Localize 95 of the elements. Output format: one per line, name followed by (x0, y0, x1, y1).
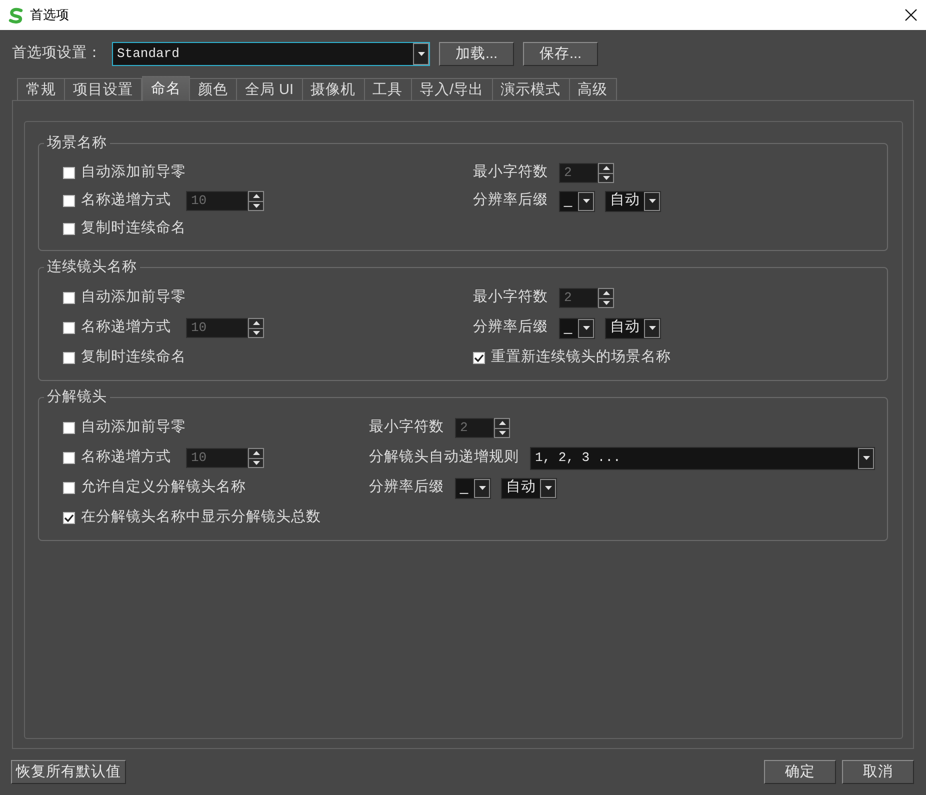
spin-up-button[interactable] (248, 448, 264, 458)
preset-dropdown[interactable]: Standard (112, 42, 430, 66)
caret-up-icon (252, 194, 260, 198)
group-title: 场景名称 (44, 134, 110, 152)
dropdown[interactable]: 自动 (605, 190, 661, 212)
checkbox[interactable] (63, 322, 75, 334)
caret-down-icon (648, 199, 656, 203)
checkbox-label[interactable]: 自动添加前导零 (81, 164, 186, 182)
dropdown[interactable]: _ (559, 190, 595, 212)
action-button[interactable]: 保存... (523, 42, 598, 66)
tab[interactable]: 工具 (364, 78, 412, 100)
caret-down-icon (582, 326, 590, 330)
dropdown-arrow-button[interactable] (644, 192, 660, 210)
caret-down-icon (252, 330, 260, 335)
checkbox-label[interactable]: 名称递增方式 (81, 449, 171, 467)
group-title: 连续镜头名称 (44, 258, 140, 276)
checkbox[interactable] (63, 482, 75, 494)
checkbox[interactable] (63, 452, 75, 464)
dropdown[interactable]: _ (455, 478, 491, 498)
dropdown-arrow-button[interactable] (578, 192, 594, 210)
tab[interactable]: 高级 (570, 78, 617, 100)
checkbox-label[interactable]: 复制时连续命名 (81, 349, 186, 367)
checkbox-label[interactable]: 自动添加前导零 (81, 419, 186, 437)
action-button[interactable]: 确定 (764, 760, 836, 784)
dropdown-arrow-button[interactable] (858, 448, 874, 468)
group-title: 分解镜头 (44, 388, 110, 406)
caret-up-icon (602, 291, 610, 296)
caret-up-icon (602, 166, 610, 170)
dropdown[interactable]: 自动 (605, 318, 661, 338)
dropdown-arrow-button[interactable] (413, 43, 429, 65)
caret-down-icon (582, 199, 590, 203)
reset-button[interactable]: 恢复所有默认值 (11, 760, 126, 784)
action-button[interactable]: 加载... (439, 42, 514, 66)
dropdown[interactable]: 1, 2, 3 ... (530, 446, 875, 470)
checkbox[interactable] (63, 292, 75, 304)
checkbox[interactable] (63, 352, 75, 364)
dropdown[interactable]: 自动 (501, 478, 557, 498)
dropdown-arrow-button[interactable] (578, 318, 594, 338)
checkbox[interactable] (63, 512, 75, 524)
caret-down-icon (602, 176, 610, 180)
app-logo-icon (8, 6, 24, 24)
tab[interactable]: 项目设置 (65, 78, 142, 100)
field-label: 最小字符数 (473, 164, 548, 182)
caret-down-icon (252, 204, 260, 208)
checkmark-icon (474, 354, 484, 362)
checkbox[interactable] (63, 167, 75, 179)
close-icon[interactable] (905, 9, 917, 21)
dropdown-arrow-button[interactable] (644, 318, 660, 338)
checkbox-label[interactable]: 自动添加前导零 (81, 289, 186, 307)
checkbox-label[interactable]: 重置新连续镜头的场景名称 (491, 349, 671, 367)
caret-down-icon (602, 300, 610, 305)
action-button[interactable]: 取消 (842, 760, 914, 784)
tab[interactable]: 全局 UI (237, 78, 303, 100)
tab[interactable]: 摄像机 (302, 78, 365, 100)
window-title: 首选项 (30, 7, 69, 23)
spin-up-button[interactable] (248, 191, 264, 202)
field-label: 分辨率后缀 (473, 192, 548, 210)
caret-down-icon (498, 430, 506, 435)
field-label: 首选项设置： (12, 45, 102, 63)
field-label: 分辨率后缀 (369, 479, 444, 497)
checkmark-icon (64, 514, 74, 522)
caret-up-icon (252, 451, 260, 456)
checkbox[interactable] (63, 223, 75, 235)
caret-down-icon (478, 486, 486, 490)
tab[interactable]: 演示模式 (492, 78, 570, 100)
checkbox[interactable] (63, 422, 75, 434)
field-label: 分辨率后缀 (473, 319, 548, 337)
field-label: 分解镜头自动递增规则 (369, 449, 519, 467)
spin-up-button[interactable] (598, 163, 614, 174)
dropdown-arrow-button[interactable] (474, 478, 490, 498)
caret-down-icon (252, 460, 260, 465)
caret-up-icon (498, 421, 506, 426)
caret-down-icon (418, 52, 424, 56)
checkbox-label[interactable]: 名称递增方式 (81, 192, 171, 210)
field-label: 最小字符数 (473, 289, 548, 307)
tab[interactable]: 命名 (142, 76, 190, 101)
caret-down-icon (648, 326, 656, 330)
tab[interactable]: 颜色 (190, 78, 237, 100)
spin-up-button[interactable] (248, 318, 264, 328)
checkbox-label[interactable]: 在分解镜头名称中显示分解镜头总数 (81, 509, 321, 527)
checkbox[interactable] (63, 195, 75, 207)
spin-up-button[interactable] (598, 288, 614, 298)
tab[interactable]: 导入/导出 (412, 78, 493, 100)
checkbox[interactable] (473, 352, 485, 364)
caret-down-icon (862, 456, 870, 460)
dropdown-arrow-button[interactable] (540, 478, 556, 498)
caret-down-icon (544, 486, 552, 490)
tab[interactable]: 常规 (17, 78, 65, 100)
checkbox-label[interactable]: 复制时连续命名 (81, 220, 186, 238)
field-label: 最小字符数 (369, 419, 444, 437)
caret-up-icon (252, 321, 260, 326)
spin-up-button[interactable] (494, 418, 510, 428)
checkbox-label[interactable]: 名称递增方式 (81, 319, 171, 337)
checkbox-label[interactable]: 允许自定义分解镜头名称 (81, 479, 246, 497)
dropdown[interactable]: _ (559, 318, 595, 338)
